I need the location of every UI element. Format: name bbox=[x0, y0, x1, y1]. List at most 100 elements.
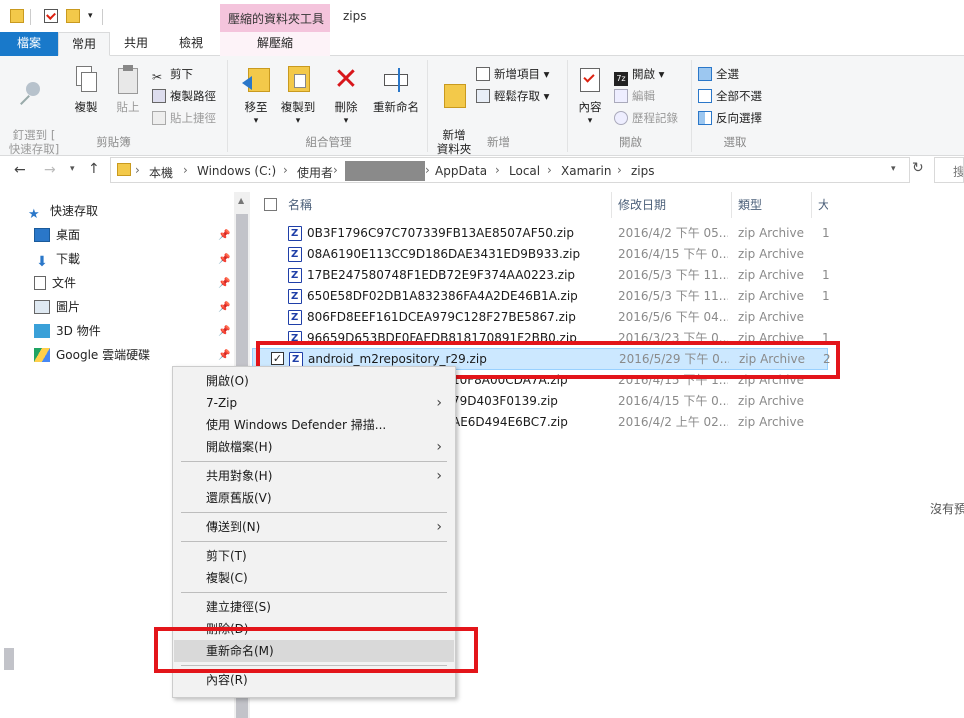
back-arrow-icon[interactable]: ← bbox=[14, 162, 26, 178]
customize-chevron-icon[interactable]: ▾ bbox=[88, 12, 98, 21]
chevron-right-icon: › bbox=[425, 163, 430, 177]
nav-quick-access[interactable]: ★ 快速存取 bbox=[28, 200, 98, 222]
column-name[interactable]: 名稱 bbox=[282, 192, 612, 218]
tab-view[interactable]: 檢視 bbox=[162, 32, 220, 56]
edit-button[interactable]: 編輯 bbox=[614, 86, 655, 106]
rename-button[interactable]: 重新命名 bbox=[368, 62, 424, 114]
menu-item-restore-previous[interactable]: 還原舊版(V) bbox=[174, 487, 454, 509]
column-type[interactable]: 類型 bbox=[732, 192, 812, 218]
nav-3d-objects[interactable]: 3D 物件 bbox=[34, 320, 101, 342]
crumb-this-pc[interactable]: 本機 bbox=[149, 164, 173, 181]
table-row[interactable]: 0B3F1796C97C707339FB13AE8507AF50.zip 2016… bbox=[252, 223, 830, 244]
menu-item-open[interactable]: 開啟(O) bbox=[174, 370, 454, 392]
new-item-button[interactable]: 新增項目 ▾ bbox=[476, 64, 549, 84]
move-to-button[interactable]: 移至 ▾ bbox=[236, 62, 276, 128]
download-icon: ⬇ bbox=[36, 254, 48, 270]
pin-icon[interactable]: 📌 bbox=[218, 302, 230, 313]
recent-chevron-icon[interactable]: ▾ bbox=[70, 164, 75, 174]
pin-icon[interactable]: 📌 bbox=[218, 254, 230, 265]
table-row[interactable]: 17BE247580748F1EDB72E9F374AA0223.zip 2016… bbox=[252, 265, 830, 286]
window-title: zips bbox=[343, 9, 367, 23]
easy-access-icon bbox=[476, 89, 490, 103]
new-folder-icon bbox=[438, 78, 470, 110]
tab-file[interactable]: 檔案 bbox=[0, 32, 58, 56]
nav-label: 桌面 bbox=[56, 228, 81, 242]
zip-icon bbox=[288, 265, 302, 286]
pin-icon[interactable]: 📌 bbox=[218, 278, 230, 289]
context-tab-header: 壓縮的資料夾工具 bbox=[220, 4, 330, 32]
scroll-up-icon[interactable]: ▲ bbox=[238, 196, 244, 205]
refresh-icon[interactable]: ↻ bbox=[912, 160, 924, 176]
table-row[interactable]: 650E58DF02DB1A832386FA4A2DE46B1A.zip 2016… bbox=[252, 286, 830, 307]
crumb-local[interactable]: Local bbox=[509, 164, 540, 178]
table-row[interactable]: 08A6190E113CC9D186DAE3431ED9B933.zip 2016… bbox=[252, 244, 828, 265]
crumb-drive-c[interactable]: Windows (C:) bbox=[197, 164, 276, 178]
select-all-button[interactable]: 全選 bbox=[698, 64, 739, 84]
organize-group-label: 組合管理 bbox=[305, 135, 352, 149]
nav-pictures[interactable]: 圖片 bbox=[34, 296, 80, 318]
history-button[interactable]: 歷程記錄 bbox=[614, 108, 678, 128]
zip-icon bbox=[288, 223, 302, 244]
forward-arrow-icon[interactable]: → bbox=[44, 162, 56, 178]
pin-icon[interactable]: 📌 bbox=[218, 350, 230, 361]
redacted-username[interactable] bbox=[345, 161, 425, 181]
pin-icon[interactable]: 📌 bbox=[218, 326, 230, 337]
menu-item-7zip[interactable]: 7-Zip › bbox=[174, 392, 454, 414]
copy-button[interactable]: 複製 bbox=[66, 62, 106, 114]
nav-documents[interactable]: 文件 bbox=[34, 272, 76, 294]
easy-access-label: 輕鬆存取 bbox=[494, 89, 540, 103]
paste-shortcut-icon bbox=[152, 111, 166, 125]
properties-icon[interactable] bbox=[44, 9, 58, 23]
tab-home[interactable]: 常用 bbox=[58, 32, 110, 56]
select-none-button[interactable]: 全部不選 bbox=[698, 86, 762, 106]
delete-button[interactable]: ✕ 刪除 ▾ bbox=[328, 62, 364, 128]
up-arrow-icon[interactable]: ↑ bbox=[88, 161, 100, 177]
delete-x-icon: ✕ bbox=[333, 62, 359, 97]
column-size[interactable]: 大 bbox=[812, 192, 828, 218]
crumb-zips[interactable]: zips bbox=[631, 164, 655, 178]
file-name: 0B3F1796C97C707339FB13AE8507AF50.zip bbox=[307, 226, 574, 240]
ribbon-tabs: 檔案 常用 共用 檢視 解壓縮 bbox=[0, 32, 964, 56]
menu-item-share-with[interactable]: 共用對象(H) › bbox=[174, 465, 454, 487]
nav-downloads[interactable]: ⬇ 下載 bbox=[34, 248, 80, 270]
copy-path-button[interactable]: 複製路徑 bbox=[152, 86, 216, 106]
address-box[interactable]: › 本機 › Windows (C:) › 使用者 › › AppData › … bbox=[110, 157, 910, 183]
address-history-chevron-icon[interactable]: ▾ bbox=[891, 164, 896, 174]
crumb-appdata[interactable]: AppData bbox=[435, 164, 487, 178]
new-folder-icon[interactable] bbox=[66, 9, 80, 23]
search-input[interactable]: 搜 bbox=[934, 157, 964, 183]
pin-icon[interactable]: 📌 bbox=[218, 230, 230, 241]
easy-access-button[interactable]: 輕鬆存取 ▾ bbox=[476, 86, 549, 106]
desktop-icon bbox=[34, 228, 50, 242]
menu-item-open-with[interactable]: 開啟檔案(H) › bbox=[174, 436, 454, 458]
nav-google-drive[interactable]: Google 雲端硬碟 bbox=[34, 344, 150, 366]
file-date: 2016/4/2 上午 02... bbox=[618, 415, 728, 429]
nav-label: 圖片 bbox=[56, 300, 81, 314]
select-all-icon bbox=[698, 67, 712, 81]
crumb-xamarin[interactable]: Xamarin bbox=[561, 164, 612, 178]
select-group-label: 選取 bbox=[723, 135, 747, 149]
zip-icon bbox=[288, 307, 302, 328]
open-button[interactable]: 7z 開啟 ▾ bbox=[614, 64, 664, 86]
properties-button[interactable]: 內容 ▾ bbox=[572, 62, 608, 128]
table-row[interactable]: 806FD8EEF161DCEA979C128F27BE5867.zip 2016… bbox=[252, 307, 828, 328]
copy-to-button[interactable]: 複製到 ▾ bbox=[278, 62, 318, 128]
nav-desktop[interactable]: 桌面 bbox=[34, 224, 80, 246]
move-to-icon bbox=[240, 64, 272, 96]
menu-item-defender-scan[interactable]: 使用 Windows Defender 掃描... bbox=[174, 414, 454, 436]
cut-button[interactable]: ✂ 剪下 bbox=[152, 64, 193, 84]
invert-selection-button[interactable]: 反向選擇 bbox=[698, 108, 762, 128]
crumb-users[interactable]: 使用者 bbox=[297, 164, 333, 181]
select-all-checkbox[interactable] bbox=[264, 198, 277, 211]
tab-share[interactable]: 共用 bbox=[110, 32, 162, 56]
paste-button[interactable]: 貼上 bbox=[108, 62, 148, 114]
menu-item-copy[interactable]: 複製(C) bbox=[174, 567, 454, 589]
tab-extract[interactable]: 解壓縮 bbox=[220, 32, 330, 56]
file-type: zip Archive bbox=[738, 394, 804, 408]
column-date[interactable]: 修改日期 bbox=[612, 192, 732, 218]
paste-shortcut-button[interactable]: 貼上捷徑 bbox=[152, 108, 216, 128]
menu-item-cut[interactable]: 剪下(T) bbox=[174, 545, 454, 567]
zip-icon bbox=[288, 244, 302, 265]
menu-item-create-shortcut[interactable]: 建立捷徑(S) bbox=[174, 596, 454, 618]
menu-item-send-to[interactable]: 傳送到(N) › bbox=[174, 516, 454, 538]
